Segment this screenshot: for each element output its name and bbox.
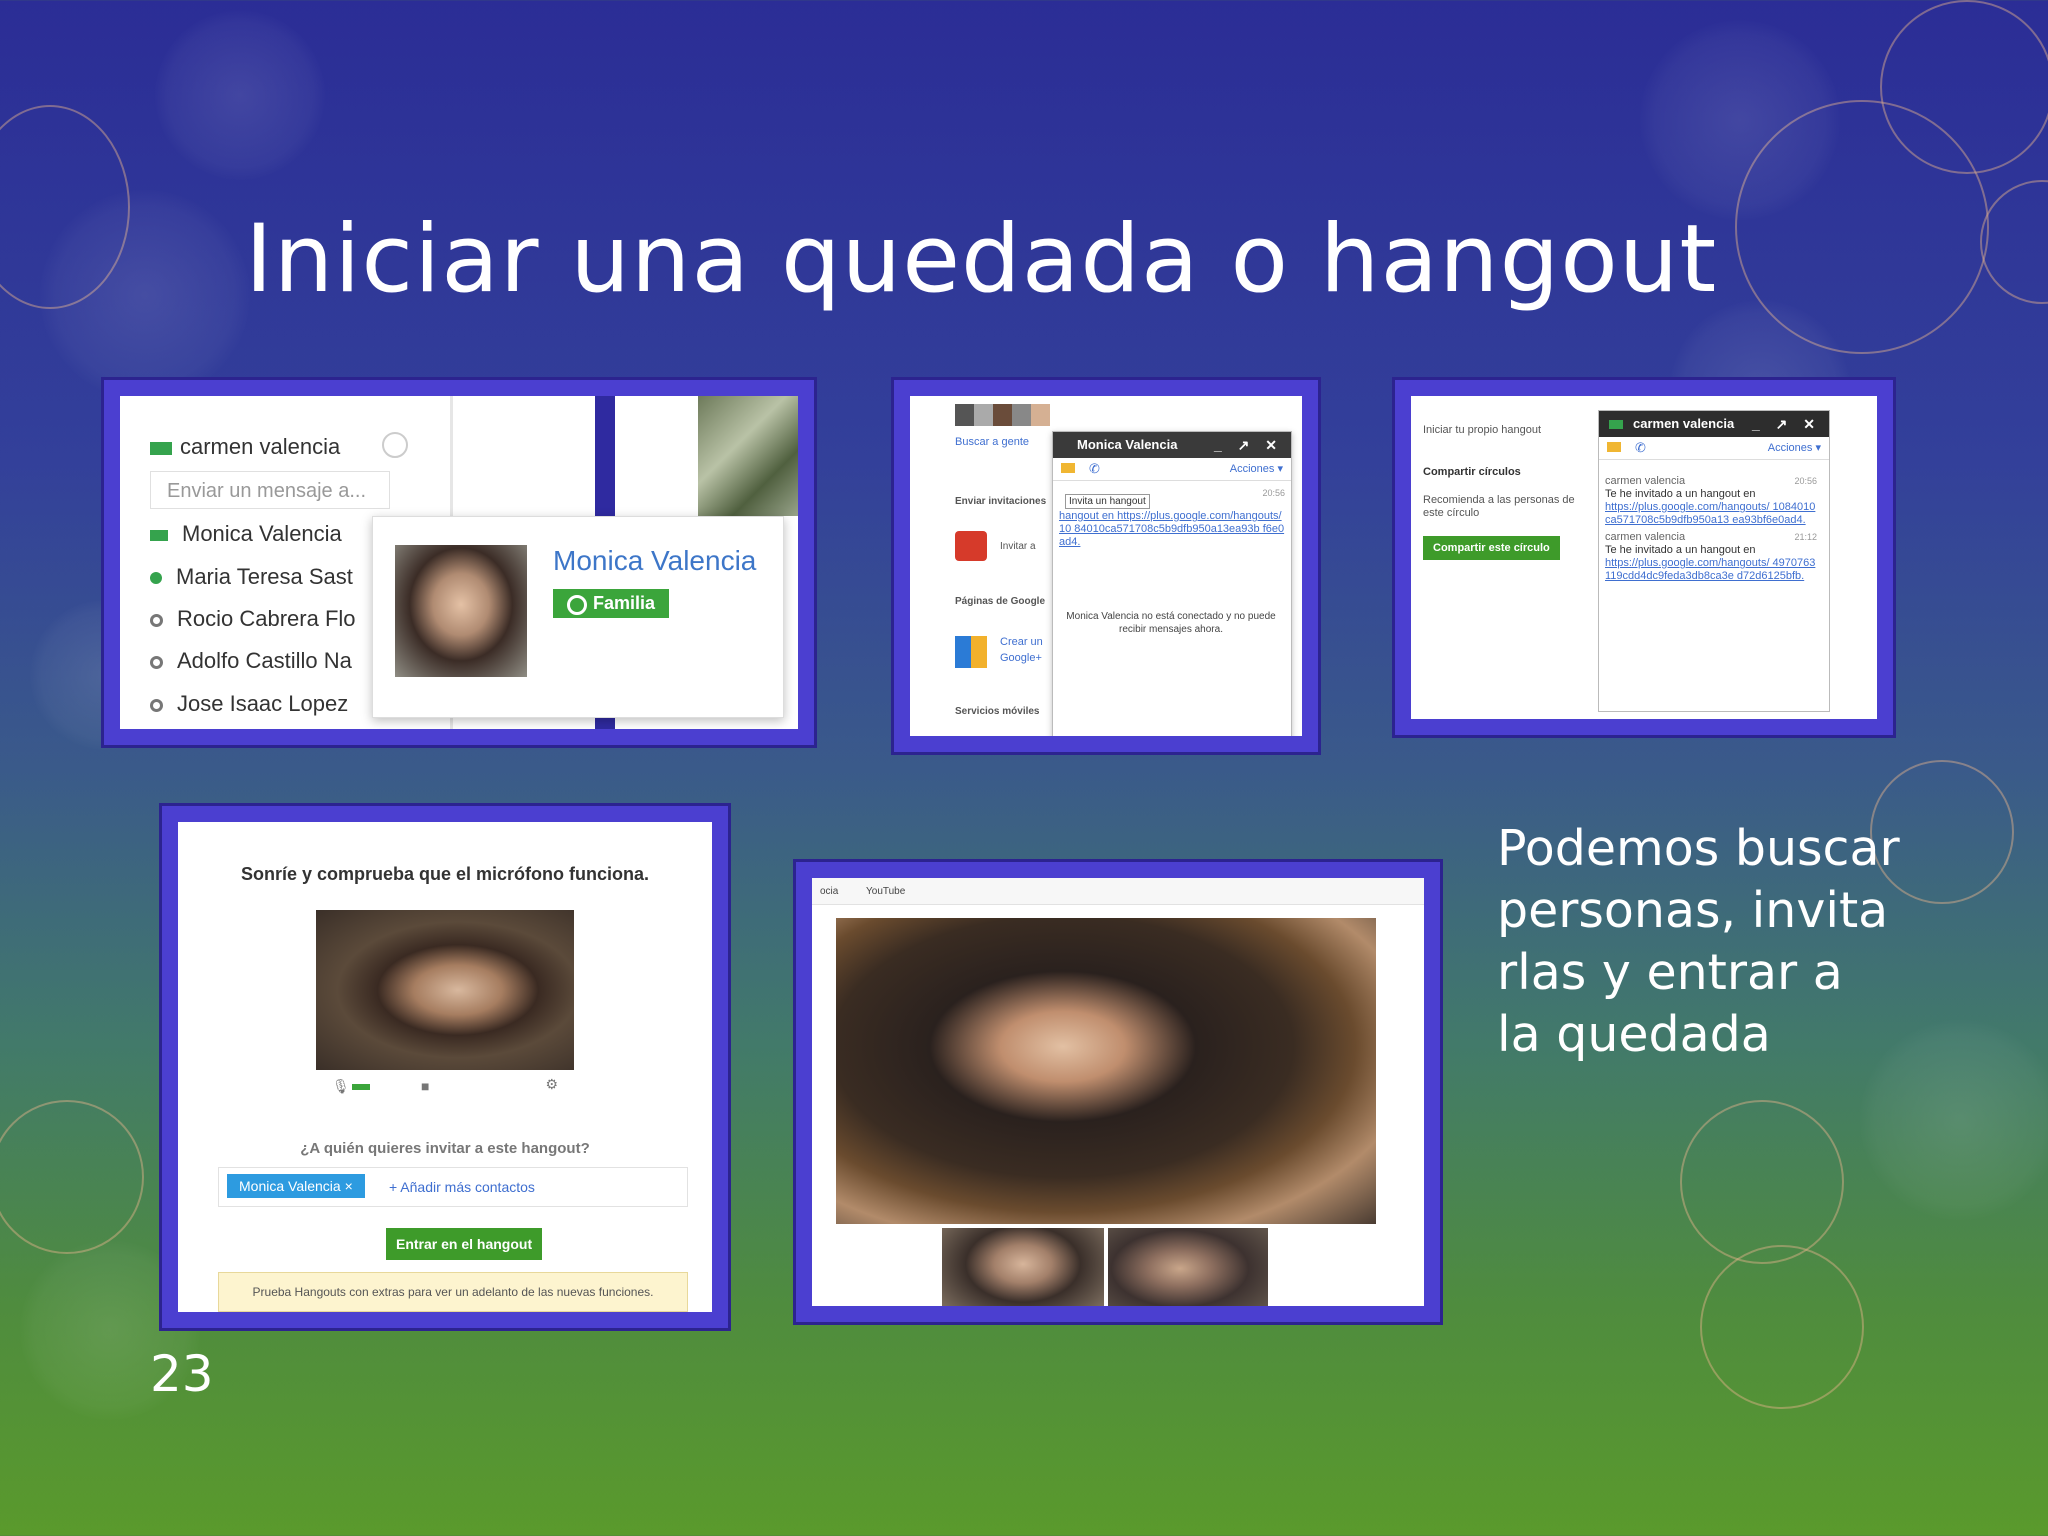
actions-menu[interactable]: Acciones ▾	[1230, 462, 1283, 475]
contact-name: Adolfo Castillo Na	[177, 648, 352, 673]
slide-body-text: Podemos buscar personas, invita rlas y e…	[1497, 820, 1900, 1063]
offline-status-icon	[150, 698, 163, 712]
chat-header: carmen valencia _ ↗ ✕	[1599, 411, 1829, 437]
lobby-title: Sonríe y comprueba que el micrófono func…	[240, 864, 650, 884]
slide-number: 23	[150, 1345, 214, 1403]
contact-photo	[395, 545, 527, 677]
share-circle-button[interactable]: Compartir este círculo	[1423, 536, 1560, 560]
hangout-toolbar: ocia YouTube	[812, 878, 1424, 905]
video-camera-icon	[150, 529, 168, 541]
google-pages-label: Páginas de Google	[955, 596, 1046, 607]
invitee-chip[interactable]: Monica Valencia ×	[227, 1174, 365, 1198]
contact-name: Rocio Cabrera Flo	[177, 606, 356, 631]
screenshot-hangout-lobby: Sonríe y comprueba que el micrófono func…	[162, 806, 728, 1328]
chat-message[interactable]: hangout en https://plus.google.com/hango…	[1059, 510, 1285, 549]
mobile-services-label: Servicios móviles	[955, 706, 1040, 717]
message-time: 20:56	[1794, 476, 1817, 486]
chat-window: Monica Valencia _ ↗ ✕ ✆ Acciones ▾ 20:56…	[1052, 431, 1292, 736]
screenshot-contact-list: carmen valencia Enviar un mensaje a... M…	[104, 380, 814, 745]
contact-name: Maria Teresa Sast	[176, 564, 353, 589]
screenshot-share-circle: Iniciar tu propio hangout Compartir círc…	[1395, 380, 1893, 735]
hangout-link[interactable]: https://plus.google.com/hangouts/ 108401…	[1605, 501, 1817, 527]
message-author: carmen valencia	[1605, 531, 1686, 543]
chat-window: carmen valencia _ ↗ ✕ ✆ Acciones ▾ carme…	[1598, 410, 1830, 712]
phone-icon[interactable]: ✆	[1089, 461, 1100, 477]
card-contact-name[interactable]: Monica Valencia	[553, 545, 756, 577]
current-user: carmen valencia	[150, 434, 340, 460]
contact-card: Monica Valencia Familia	[372, 516, 784, 718]
actions-menu[interactable]: Acciones ▾	[1768, 441, 1821, 454]
chat-messages: carmen valencia 20:56 Te he invitado a u…	[1605, 475, 1817, 583]
share-circles-label: Compartir círculos	[1423, 466, 1521, 478]
screenshot-hangout-call: ocia YouTube	[796, 862, 1440, 1322]
slide-title: Iniciar una quedada o hangout	[245, 205, 1718, 314]
contact-item[interactable]: Maria Teresa Sast	[150, 564, 353, 590]
chat-title: carmen valencia	[1633, 416, 1735, 431]
screenshot-chat-invite: Buscar a gente Enviar invitaciones Invit…	[894, 380, 1318, 752]
message-text: Te he invitado a un hangout en	[1605, 488, 1756, 500]
chat-title: Monica Valencia	[1077, 437, 1178, 452]
offline-status-icon	[150, 655, 163, 669]
extras-notice: Prueba Hangouts con extras para ver un a…	[218, 1272, 688, 1312]
google-plus-icon	[955, 531, 987, 561]
message-text: Te he invitado a un hangout en	[1605, 544, 1756, 556]
mic-level-icon	[352, 1084, 370, 1090]
message-time: 21:12	[1794, 532, 1817, 542]
avatars-strip	[955, 404, 1050, 426]
message-author: carmen valencia	[1605, 475, 1686, 487]
hangout-link[interactable]: https://plus.google.com/hangouts/ 497076…	[1605, 557, 1817, 583]
invite-question: ¿A quién quieres invitar a este hangout?	[300, 1140, 590, 1157]
invite-label[interactable]: Invitar a	[1000, 541, 1036, 552]
online-status-icon	[150, 572, 162, 585]
contact-name: Jose Isaac Lopez	[177, 691, 349, 716]
participant-thumbnail[interactable]	[1108, 1228, 1268, 1306]
tab-chat[interactable]: ocia	[820, 886, 838, 897]
google-plus-link[interactable]: Google+	[1000, 652, 1042, 664]
main-video	[836, 918, 1376, 1224]
video-camera-icon	[150, 441, 172, 455]
google-pages-icon	[955, 636, 987, 668]
microphone-icon[interactable]: 🎙	[332, 1078, 350, 1095]
contact-item[interactable]: Monica Valencia	[150, 521, 342, 547]
circle-icon	[567, 595, 587, 615]
add-contacts-link[interactable]: + Añadir más contactos	[389, 1179, 535, 1195]
chat-toolbar: ✆ Acciones ▾	[1053, 458, 1291, 481]
hangout-icon[interactable]	[1061, 463, 1075, 473]
contact-item[interactable]: Adolfo Castillo Na	[150, 648, 352, 674]
settings-icon[interactable]: ⚙	[545, 1076, 558, 1093]
add-icon[interactable]	[382, 432, 408, 458]
create-link[interactable]: Crear un	[1000, 636, 1043, 648]
hangout-icon[interactable]	[1607, 442, 1621, 452]
camera-icon[interactable]: ■	[421, 1078, 429, 1094]
invite-field[interactable]: Monica Valencia × + Añadir más contactos	[218, 1167, 688, 1207]
recommend-text: Recomienda a las personas de este círcul…	[1423, 494, 1575, 519]
search-people-link[interactable]: Buscar a gente	[955, 436, 1029, 448]
participant-thumbnail[interactable]	[942, 1228, 1104, 1306]
background-photo	[698, 396, 798, 516]
offline-status-icon	[150, 613, 163, 627]
circle-badge[interactable]: Familia	[553, 589, 670, 618]
window-controls[interactable]: _ ↗ ✕	[1214, 432, 1283, 458]
contact-item[interactable]: Jose Isaac Lopez	[150, 691, 348, 717]
circle-label: Familia	[593, 593, 656, 613]
media-controls: 🎙 ■ ⚙	[316, 1074, 574, 1102]
offline-notice: Monica Valencia no está conectado y no p…	[1066, 611, 1276, 635]
contact-name: Monica Valencia	[182, 521, 342, 546]
window-controls[interactable]: _ ↗ ✕	[1752, 411, 1821, 437]
start-hangout-link[interactable]: Iniciar tu propio hangout	[1423, 424, 1541, 436]
current-user-name: carmen valencia	[180, 434, 341, 459]
chat-toolbar: ✆ Acciones ▾	[1599, 437, 1829, 460]
send-invites-label: Enviar invitaciones	[955, 496, 1047, 507]
contact-item[interactable]: Rocio Cabrera Flo	[150, 606, 356, 632]
enter-hangout-button[interactable]: Entrar en el hangout	[386, 1228, 543, 1260]
phone-icon[interactable]: ✆	[1635, 440, 1646, 456]
chat-header: Monica Valencia _ ↗ ✕	[1053, 432, 1291, 458]
video-camera-icon	[1609, 420, 1623, 429]
message-input[interactable]: Enviar un mensaje a...	[150, 471, 390, 509]
tooltip: Invita un hangout	[1065, 494, 1150, 509]
message-time: 20:56	[1262, 488, 1285, 498]
camera-preview	[316, 910, 574, 1070]
tab-youtube[interactable]: YouTube	[866, 886, 905, 897]
